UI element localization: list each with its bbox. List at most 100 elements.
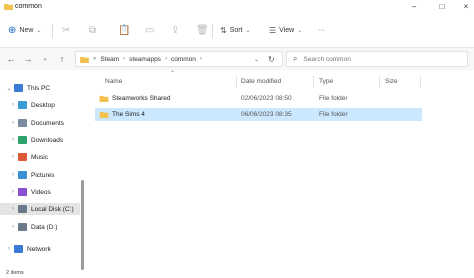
column-divider[interactable]	[420, 76, 421, 88]
forward-arrow-icon[interactable]: →	[23, 53, 33, 65]
column-divider[interactable]	[236, 76, 237, 88]
chevron-down-icon: ⌄	[245, 27, 251, 34]
breadcrumb-common[interactable]: common	[171, 56, 196, 63]
share-icon[interactable]: ⇪	[171, 22, 179, 38]
file-name: Steamworks Shared	[112, 95, 171, 102]
chevron-right-icon[interactable]: ›	[8, 206, 18, 212]
back-arrow-icon[interactable]: ←	[6, 53, 16, 65]
chevron-right-icon[interactable]: ›	[8, 154, 18, 160]
close-button[interactable]: ×	[461, 2, 471, 12]
sort-button[interactable]: ⇅ Sort ⌄	[220, 22, 251, 38]
column-header-type[interactable]: Type	[319, 76, 333, 88]
chevron-right-icon: ›	[199, 56, 202, 62]
refresh-icon[interactable]: ↻	[268, 55, 275, 64]
file-date: 02/06/2023 08:50	[241, 95, 292, 102]
column-header-name[interactable]: Name	[105, 76, 122, 88]
breadcrumb-steamapps[interactable]: steamapps	[129, 56, 161, 63]
sidebar-item-downloads[interactable]: › Downloads	[8, 134, 63, 146]
column-header-size[interactable]: Size	[385, 76, 398, 88]
address-dropdown-icon[interactable]: ⌄	[254, 56, 259, 63]
sidebar-item-music[interactable]: › Music	[8, 151, 48, 163]
sidebar-item-label: Videos	[31, 188, 51, 196]
breadcrumb-steam[interactable]: Steam	[100, 56, 119, 63]
chevron-right-icon[interactable]: ›	[8, 137, 18, 143]
sidebar-item-documents[interactable]: › Documents	[8, 117, 64, 129]
sidebar-item-label: Desktop	[31, 101, 55, 109]
sidebar-item-label: Documents	[31, 119, 64, 127]
more-options-button[interactable]: ···	[318, 22, 325, 38]
chevron-right-icon[interactable]: ›	[8, 224, 18, 230]
item-count: 2 items	[6, 270, 24, 276]
command-bar: ⊕ New ⌄ ✂ ⧉ 📋 ▭ ⇪ 🗑 ⇅ Sort ⌄ ☰ View ⌄ ··…	[0, 14, 474, 48]
title-bar: common – □ ×	[0, 0, 474, 14]
sidebar-item-this-pc[interactable]: ⌄ This PC	[4, 82, 50, 94]
rename-icon[interactable]: ▭	[145, 22, 154, 38]
paste-icon[interactable]: 📋	[118, 22, 130, 38]
sidebar-item-label: This PC	[27, 84, 51, 92]
sidebar-item-local-disk-c[interactable]: › Local Disk (C:)	[0, 203, 80, 215]
sidebar-item-pictures[interactable]: › Pictures	[8, 169, 54, 181]
sort-label: Sort	[229, 26, 243, 34]
status-bar: 2 items	[0, 270, 474, 278]
overflow-prefix[interactable]: «	[93, 56, 96, 62]
folder-icon	[4, 3, 13, 10]
chevron-right-icon[interactable]: ›	[8, 102, 18, 108]
up-arrow-icon[interactable]: ↑	[57, 53, 67, 65]
address-bar[interactable]: « Steam › steamapps › common › ⌄ ↻	[75, 51, 283, 67]
sidebar-item-videos[interactable]: › Videos	[8, 186, 51, 198]
file-date: 06/06/2023 08:35	[241, 111, 292, 118]
delete-icon[interactable]: 🗑	[196, 22, 209, 38]
chevron-right-icon: ›	[123, 56, 126, 62]
view-button[interactable]: ☰ View ⌄	[269, 22, 302, 38]
sidebar-item-desktop[interactable]: › Desktop	[8, 99, 55, 111]
chevron-right-icon[interactable]: ›	[4, 246, 14, 252]
maximize-button[interactable]: □	[437, 2, 447, 12]
cut-icon[interactable]: ✂	[62, 22, 70, 38]
sidebar-item-label: Pictures	[31, 171, 55, 179]
column-divider[interactable]	[379, 76, 380, 88]
documents-icon	[18, 119, 27, 127]
folder-icon	[99, 111, 109, 118]
sort-icon: ⇅	[220, 25, 227, 35]
sidebar-item-label: Local Disk (C:)	[31, 205, 74, 213]
search-placeholder: Search common	[303, 55, 351, 63]
recent-chevron-icon[interactable]: ⌄	[40, 53, 50, 65]
minimize-button[interactable]: –	[409, 2, 419, 12]
divider	[212, 24, 213, 38]
chevron-right-icon: ›	[164, 56, 167, 62]
drive-icon	[18, 223, 27, 231]
divider	[52, 24, 53, 38]
sidebar-item-label: Downloads	[31, 136, 64, 144]
chevron-right-icon[interactable]: ›	[8, 189, 18, 195]
plus-icon: ⊕	[8, 24, 17, 36]
sidebar-item-label: Network	[27, 245, 51, 253]
column-divider[interactable]	[313, 76, 314, 88]
file-type: File folder	[319, 95, 348, 102]
music-icon	[18, 153, 27, 161]
copy-icon[interactable]: ⧉	[89, 22, 96, 38]
desktop-icon	[18, 101, 27, 109]
table-row[interactable]: Steamworks Shared 02/06/2023 08:50 File …	[95, 92, 422, 105]
videos-icon	[18, 188, 27, 196]
search-box[interactable]: ⌕ Search common	[286, 51, 468, 67]
file-name: The Sims 4	[112, 111, 145, 118]
chevron-down-icon: ⌄	[297, 27, 303, 34]
chevron-right-icon[interactable]: ›	[8, 120, 18, 126]
file-type: File folder	[319, 111, 348, 118]
sidebar-scrollbar[interactable]	[81, 180, 84, 270]
column-header-date[interactable]: Date modified	[241, 76, 281, 88]
sidebar-item-data-d[interactable]: › Data (D:)	[8, 221, 57, 233]
navigation-pane: ⌄ This PC › Desktop › Documents › Downlo…	[0, 70, 84, 270]
folder-icon	[80, 56, 89, 63]
chevron-right-icon[interactable]: ›	[8, 172, 18, 178]
network-icon	[14, 245, 23, 253]
chevron-down-icon[interactable]: ⌄	[4, 85, 14, 92]
sidebar-item-network[interactable]: › Network	[4, 243, 51, 255]
new-button[interactable]: ⊕ New ⌄	[8, 22, 41, 38]
window-title: common	[15, 3, 42, 10]
file-list: ⌃ Name Date modified Type Size Steamwork…	[95, 70, 474, 270]
table-row[interactable]: The Sims 4 06/06/2023 08:35 File folder	[95, 108, 422, 121]
search-icon: ⌕	[293, 54, 298, 63]
pc-icon	[14, 84, 23, 92]
sidebar-item-label: Data (D:)	[31, 223, 58, 231]
